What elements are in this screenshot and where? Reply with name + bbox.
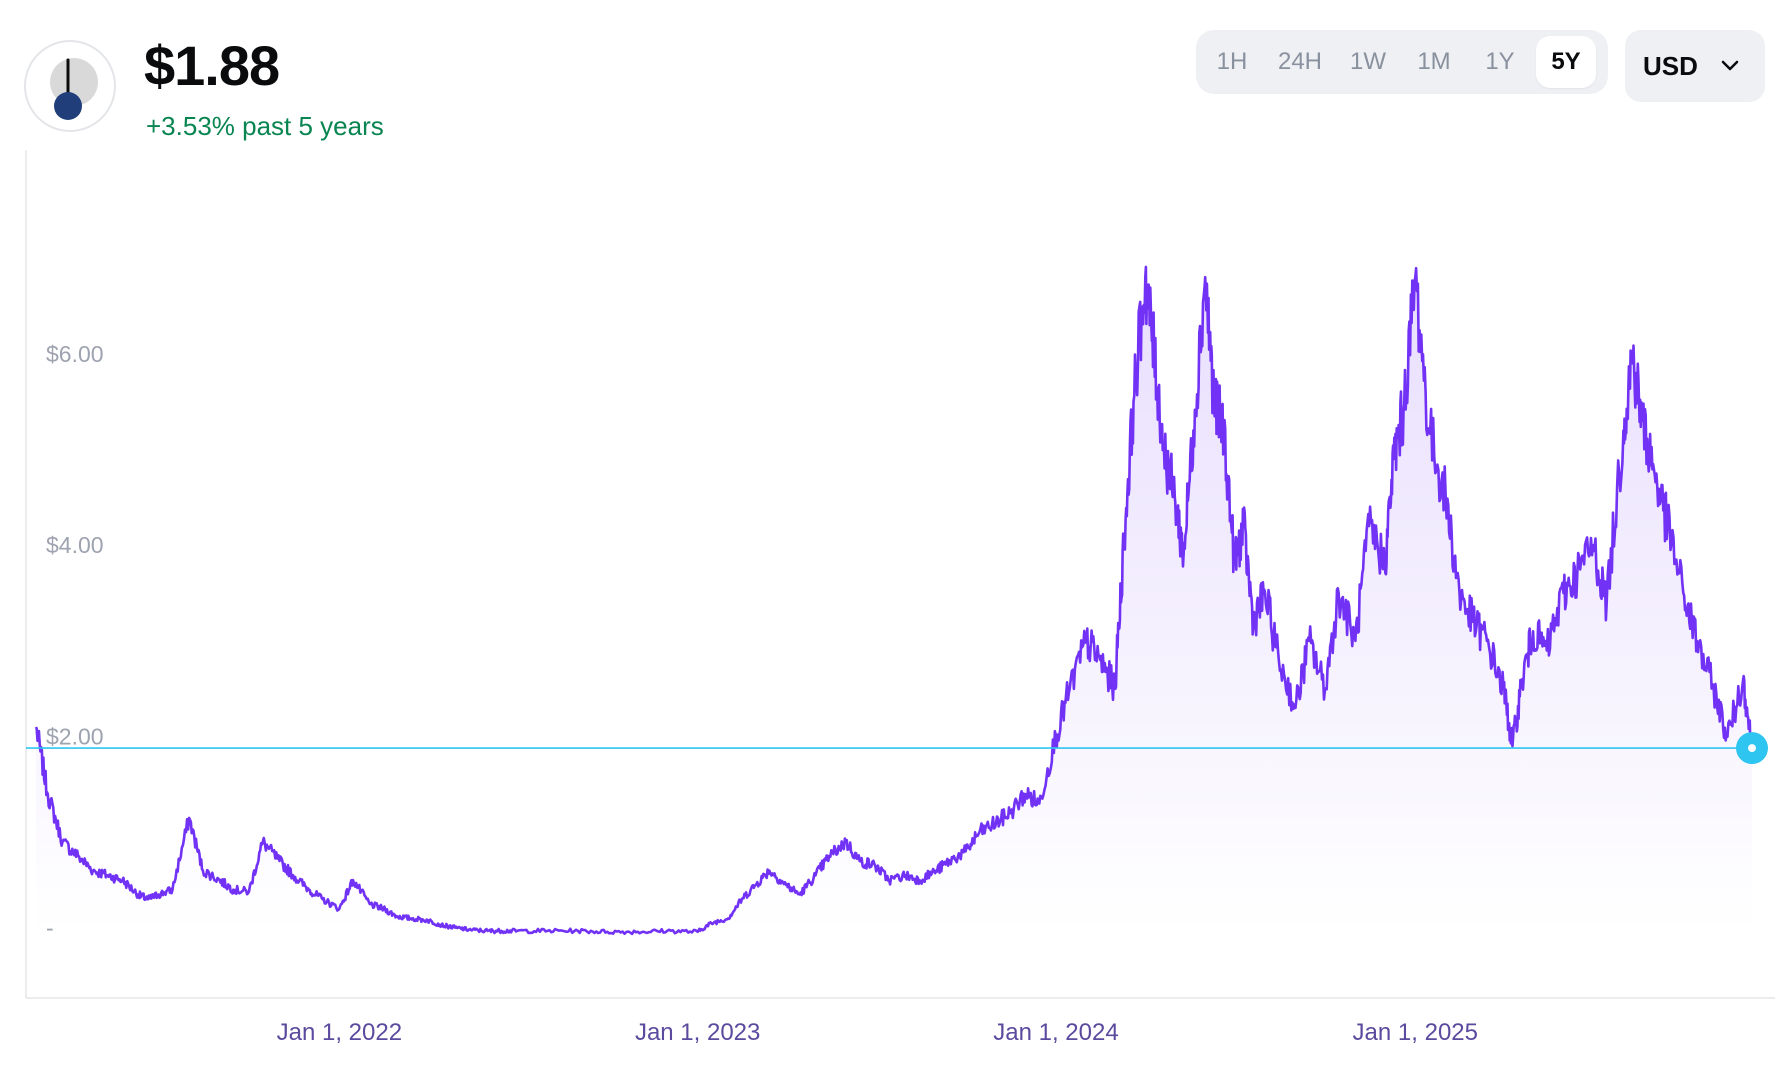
price-header: $1.88 +3.53% past 5 years 1H 24H 1W 1M 1… [0,0,1790,150]
currency-dropdown[interactable]: USD [1625,30,1765,102]
range-1h-button[interactable]: 1H [1202,36,1262,88]
coin-logo [24,40,116,132]
x-tick-label: Jan 1, 2024 [993,1019,1118,1046]
x-tick-label: Jan 1, 2025 [1353,1019,1478,1046]
price-change: +3.53% past 5 years [146,111,384,141]
range-24h-button[interactable]: 24H [1268,36,1332,88]
x-tick-label: Jan 1, 2022 [277,1019,402,1046]
x-tick-label: Jan 1, 2023 [635,1019,760,1046]
range-5y-button[interactable]: 5Y [1536,36,1596,88]
price-area [36,266,1752,934]
y-tick-label: $4.00 [46,532,104,558]
range-1m-button[interactable]: 1M [1404,36,1464,88]
range-1y-button[interactable]: 1Y [1470,36,1530,88]
chronometer-gauge-icon [50,58,98,120]
current-price: $1.88 [144,34,280,97]
chevron-down-icon [1721,60,1739,71]
currency-label: USD [1643,50,1698,81]
price-chart-svg: -$2.00$4.00$6.00 Jan 1, 2022Jan 1, 2023J… [25,150,1775,1046]
y-tick-label: $6.00 [46,341,104,367]
price-chart[interactable]: -$2.00$4.00$6.00 Jan 1, 2022Jan 1, 2023J… [0,150,1790,1082]
time-range-selector: 1H 24H 1W 1M 1Y 5Y [1196,30,1608,94]
current-price-marker-center [1748,744,1756,753]
range-1w-button[interactable]: 1W [1338,36,1398,88]
y-tick-label: $2.00 [46,724,104,750]
